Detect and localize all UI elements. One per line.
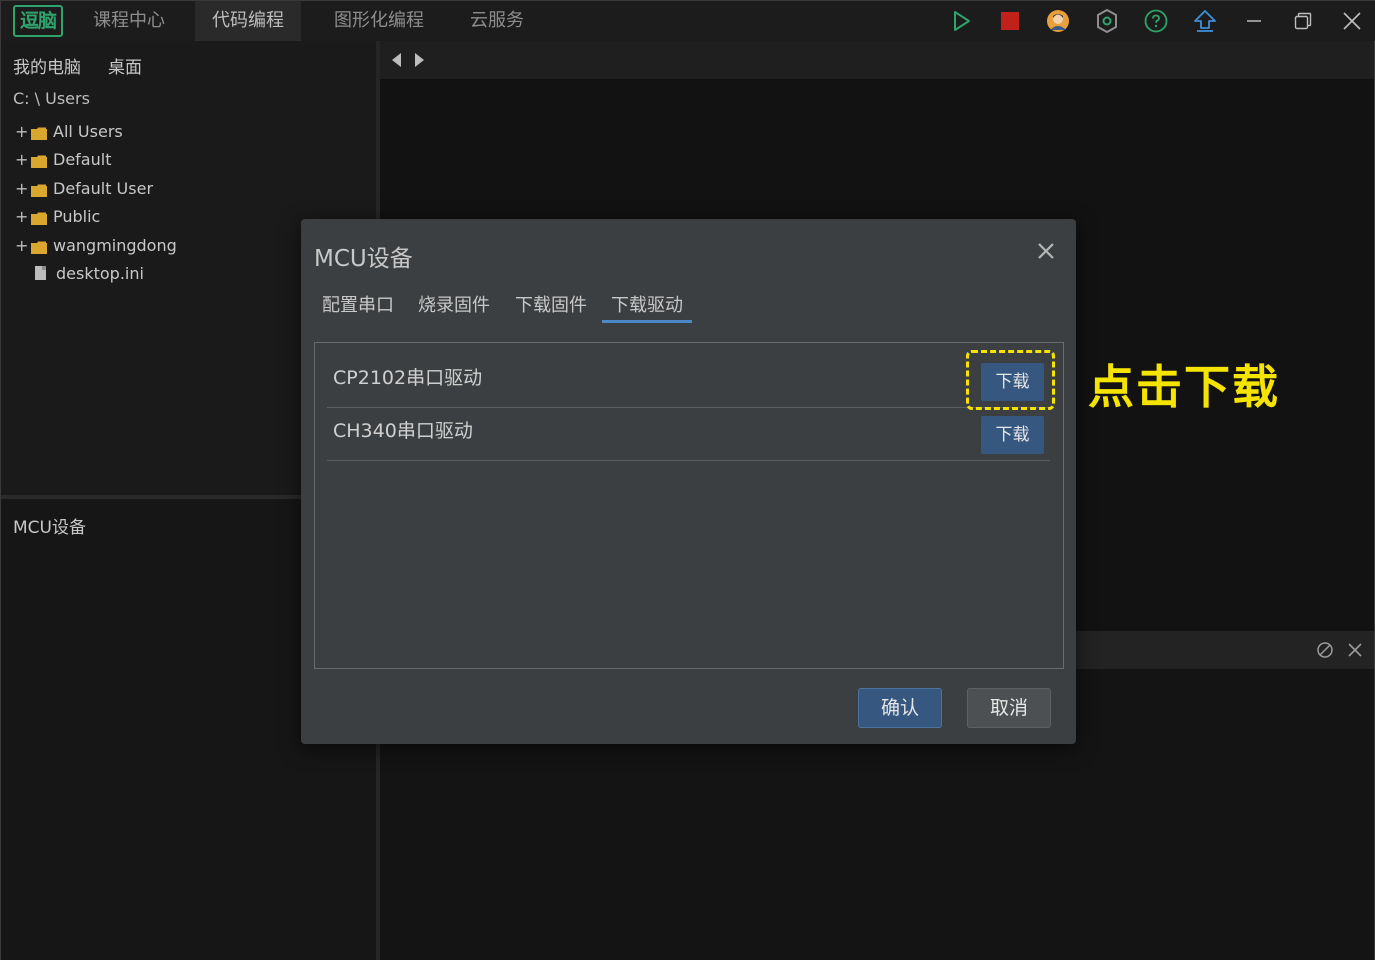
app-window: 逗脑 课程中心 代码编程 图形化编程 云服务 我的电脑 桌面 C: \ User… (0, 0, 1375, 960)
run-icon[interactable] (950, 9, 974, 33)
upload-icon[interactable] (1193, 9, 1217, 33)
highlight-annotation-box (966, 350, 1055, 410)
path-breadcrumb[interactable]: C: \ Users (13, 89, 90, 108)
mcu-panel-title: MCU设备 (13, 518, 86, 538)
tree-folder-default-user[interactable]: + Default User (15, 175, 153, 201)
location-desktop[interactable]: 桌面 (108, 53, 142, 78)
driver-list: CP2102串口驱动 下载 CH340串口驱动 下载 (314, 342, 1064, 669)
tree-item-label: wangmingdong (53, 235, 177, 255)
tab-burn-firmware[interactable]: 烧录固件 (415, 291, 493, 323)
tab-download-driver[interactable]: 下载驱动 (602, 291, 692, 323)
editor-tab-bar (380, 41, 1374, 79)
tree-folder-wangmingdong[interactable]: + wangmingdong (15, 232, 177, 258)
driver-name: CP2102串口驱动 (333, 367, 483, 389)
stop-icon[interactable] (998, 9, 1022, 33)
tab-download-firmware[interactable]: 下载固件 (512, 291, 590, 323)
tree-item-label: All Users (53, 121, 123, 141)
expand-plus-icon[interactable]: + (15, 150, 31, 169)
expand-plus-icon[interactable]: + (15, 236, 31, 255)
tab-config-serial[interactable]: 配置串口 (319, 291, 397, 323)
folder-icon (31, 125, 47, 140)
tree-item-label: desktop.ini (56, 263, 144, 283)
tab-course-center[interactable]: 课程中心 (77, 1, 181, 41)
folder-icon (31, 182, 47, 197)
clear-console-icon[interactable] (1316, 641, 1334, 659)
expand-plus-icon[interactable]: + (15, 207, 31, 226)
expand-plus-icon[interactable]: + (15, 122, 31, 141)
tab-code-programming[interactable]: 代码编程 (195, 1, 301, 41)
help-icon[interactable] (1144, 9, 1168, 33)
tree-folder-all-users[interactable]: + All Users (15, 118, 123, 144)
app-logo: 逗脑 (13, 5, 63, 37)
driver-name: CH340串口驱动 (333, 420, 473, 442)
arrow-left-icon[interactable] (390, 51, 404, 69)
file-icon (35, 266, 46, 280)
close-console-icon[interactable] (1347, 642, 1363, 658)
location-my-computer[interactable]: 我的电脑 (13, 53, 81, 78)
dialog-title: MCU设备 (314, 246, 413, 272)
confirm-button[interactable]: 确认 (858, 688, 942, 728)
list-item: CP2102串口驱动 下载 (327, 355, 1050, 408)
tree-item-label: Default (53, 149, 112, 169)
hex-settings-icon[interactable] (1095, 9, 1119, 33)
tree-item-label: Default User (53, 178, 154, 198)
restore-icon[interactable] (1279, 1, 1327, 41)
tree-file-desktop-ini[interactable]: desktop.ini (15, 260, 144, 286)
user-avatar-icon[interactable] (1046, 9, 1070, 33)
tree-folder-default[interactable]: + Default (15, 146, 111, 172)
dialog-close-icon[interactable] (1034, 239, 1058, 263)
folder-icon (31, 210, 47, 225)
tab-graphical-programming[interactable]: 图形化编程 (317, 1, 441, 41)
title-bar: 逗脑 课程中心 代码编程 图形化编程 云服务 (1, 1, 1375, 41)
minimize-icon[interactable] (1230, 1, 1278, 41)
folder-icon (31, 239, 47, 254)
download-ch340-button[interactable]: 下载 (981, 416, 1044, 454)
console-header (1076, 631, 1374, 669)
list-item: CH340串口驱动 下载 (327, 408, 1050, 461)
tree-item-label: Public (53, 206, 101, 226)
cancel-button[interactable]: 取消 (967, 688, 1051, 728)
tab-cloud-service[interactable]: 云服务 (453, 1, 541, 41)
expand-plus-icon[interactable]: + (15, 179, 31, 198)
folder-icon (31, 153, 47, 168)
arrow-right-icon[interactable] (412, 51, 426, 69)
annotation-text: 点击下载 (1088, 360, 1280, 414)
tree-folder-public[interactable]: + Public (15, 203, 100, 229)
mcu-device-dialog: MCU设备 配置串口 烧录固件 下载固件 下载驱动 CP2102串口驱动 下载 … (301, 219, 1076, 744)
close-icon[interactable] (1328, 1, 1375, 41)
